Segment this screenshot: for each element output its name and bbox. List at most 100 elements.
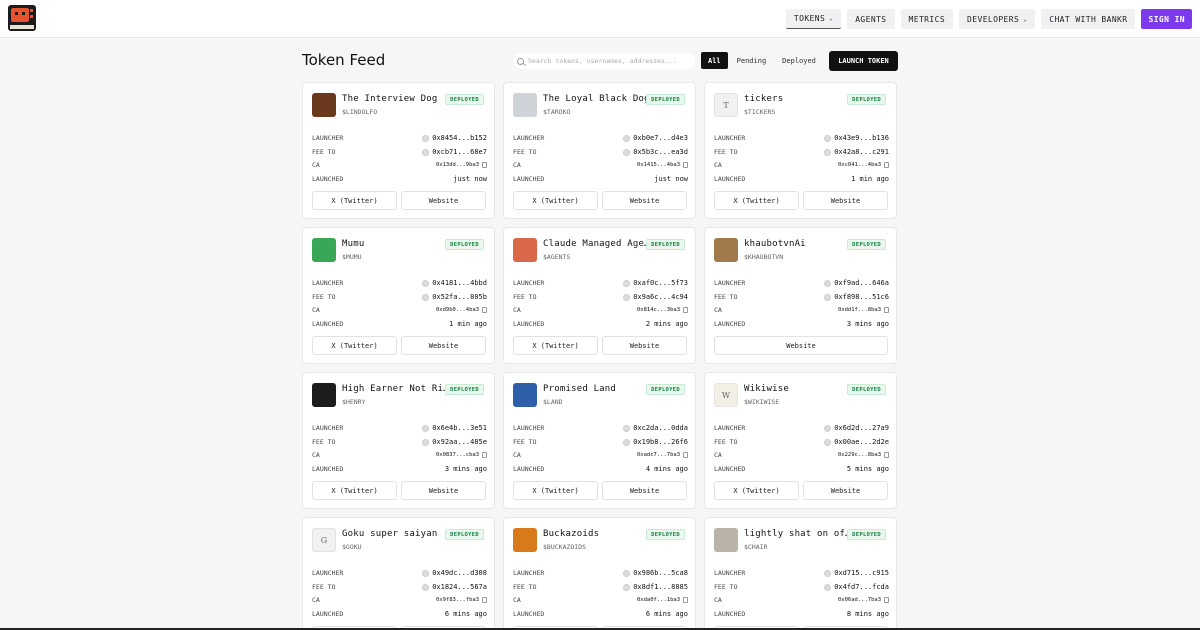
fee-to-address[interactable]: 0x9a6c...4c94 [623, 293, 688, 301]
token-card[interactable]: Claude Managed Agents $AGENTS DEPLOYED LAUN… [503, 227, 696, 364]
fee-to-address[interactable]: 0x52fa...805b [422, 293, 487, 301]
token-name[interactable]: Mumu [342, 239, 450, 249]
twitter-link-button[interactable]: X (Twitter) [714, 191, 799, 210]
website-link-button[interactable]: Website [803, 481, 888, 500]
copy-icon[interactable] [683, 597, 688, 603]
token-name[interactable]: The Interview Dog [342, 94, 450, 104]
copy-icon[interactable] [884, 162, 889, 168]
search-input[interactable] [528, 57, 688, 65]
launcher-address[interactable]: 0x43e9...b136 [824, 134, 889, 142]
launcher-address[interactable]: 0x4181...4bbd [422, 279, 487, 287]
token-name[interactable]: Buckazoids [543, 529, 651, 539]
twitter-link-button[interactable]: X (Twitter) [513, 191, 598, 210]
token-card[interactable]: khaubotvnAi $KHAUBOTVN DEPLOYED LAUNCHER 0xf… [704, 227, 897, 364]
launcher-address[interactable]: 0xb0e7...d4e3 [623, 134, 688, 142]
ca-address[interactable]: 0xd9b0...4ba3 [436, 307, 487, 313]
launcher-address[interactable]: 0xaf0c...5f73 [623, 279, 688, 287]
token-name[interactable]: Goku super saiyan [342, 529, 450, 539]
fee-to-address[interactable]: 0x19b8...26f6 [623, 438, 688, 446]
nav-developers[interactable]: DEVELOPERS ⌄ [959, 9, 1036, 29]
website-link-button[interactable]: Website [602, 191, 687, 210]
ca-address[interactable]: 0x0837...cba3 [436, 452, 487, 458]
launcher-address[interactable]: 0x49dc...d308 [422, 569, 487, 577]
fee-to-address[interactable]: 0x4fd7...fcda [824, 583, 889, 591]
ca-address[interactable]: 0x06ad...7ba3 [838, 597, 889, 603]
copy-icon[interactable] [482, 162, 487, 168]
copy-icon[interactable] [482, 307, 487, 313]
filter-all[interactable]: All [701, 52, 728, 69]
filter-pending[interactable]: Pending [730, 52, 774, 69]
twitter-link-button[interactable]: X (Twitter) [312, 481, 397, 500]
token-card[interactable]: W Wikiwise $WIKIWISE DEPLOYED LAUNCHER 0x6d2d… [704, 372, 897, 509]
search-box[interactable] [513, 53, 695, 69]
token-card[interactable]: lightly shat on office chair $CHAIR DEPLOY… [704, 517, 897, 630]
launcher-address[interactable]: 0xc2da...0dda [623, 424, 688, 432]
ca-address[interactable]: 0xda0f...1ba3 [637, 597, 688, 603]
twitter-link-button[interactable]: X (Twitter) [513, 481, 598, 500]
token-name[interactable]: khaubotvnAi [744, 239, 852, 249]
nav-agents[interactable]: AGENTS [847, 9, 895, 29]
token-card[interactable]: Promised Land $LAND DEPLOYED LAUNCHER 0xc2da… [503, 372, 696, 509]
token-name[interactable]: lightly shat on office chair [744, 529, 852, 539]
launcher-address[interactable]: 0x8454...b152 [422, 134, 487, 142]
copy-icon[interactable] [884, 307, 889, 313]
launcher-address[interactable]: 0x6d2d...27a9 [824, 424, 889, 432]
ca-address[interactable]: 0x1415...4ba3 [637, 162, 688, 168]
website-link-button[interactable]: Website [401, 481, 486, 500]
token-name[interactable]: The Loyal Black Dog [543, 94, 651, 104]
website-link-button[interactable]: Website [602, 336, 687, 355]
token-card[interactable]: G Goku super saiyan $GOKU DEPLOYED LAUNCHER 0… [302, 517, 495, 630]
token-card[interactable]: High Earner Not Rich $HENRY DEPLOYED LAUNCH… [302, 372, 495, 509]
ca-address[interactable]: 0xadc7...7ba3 [637, 452, 688, 458]
ca-address[interactable]: 0x13dd...9ba3 [436, 162, 487, 168]
copy-icon[interactable] [683, 452, 688, 458]
token-name[interactable]: Wikiwise [744, 384, 852, 394]
copy-icon[interactable] [683, 307, 688, 313]
website-link-button[interactable]: Website [401, 336, 486, 355]
token-name[interactable]: tickers [744, 94, 852, 104]
nav-tokens[interactable]: TOKENS ⌄ [785, 9, 842, 29]
copy-icon[interactable] [482, 452, 487, 458]
fee-to-address[interactable]: 0x8df1...8885 [623, 583, 688, 591]
token-card[interactable]: Ttickers $TICKERS DEPLOYED LAUNCHER 0x43e9..… [704, 82, 897, 219]
website-link-button[interactable]: Website [602, 481, 687, 500]
token-name[interactable]: High Earner Not Rich [342, 384, 450, 394]
fee-to-address[interactable]: 0x00ae...2d2e [824, 438, 889, 446]
token-card[interactable]: Mumu $MUMU DEPLOYED LAUNCHER 0x4181...4bbd FE… [302, 227, 495, 364]
launcher-address[interactable]: 0x6e4b...3e51 [422, 424, 487, 432]
token-card[interactable]: Buckazoids $BUCKAZOIDS DEPLOYED LAUNCHER 0x9… [503, 517, 696, 630]
fee-to-address[interactable]: 0x1824...567a [422, 583, 487, 591]
copy-icon[interactable] [884, 452, 889, 458]
fee-to-address[interactable]: 0xcb71...68e7 [422, 148, 487, 156]
fee-to-address[interactable]: 0xf898...51c6 [824, 293, 889, 301]
fee-to-address[interactable]: 0x92aa...485e [422, 438, 487, 446]
ca-address[interactable]: 0xc041...4ba3 [838, 162, 889, 168]
twitter-link-button[interactable]: X (Twitter) [312, 191, 397, 210]
website-link-button[interactable]: Website [714, 336, 888, 355]
token-name[interactable]: Promised Land [543, 384, 651, 394]
ca-address[interactable]: 0x814c...3ba3 [637, 307, 688, 313]
ca-address[interactable]: 0x9f83...fba3 [436, 597, 487, 603]
launcher-address[interactable]: 0xd715...c915 [824, 569, 889, 577]
nav-metrics[interactable]: METRICS [900, 9, 954, 29]
website-link-button[interactable]: Website [803, 191, 888, 210]
website-link-button[interactable]: Website [401, 191, 486, 210]
twitter-link-button[interactable]: X (Twitter) [312, 336, 397, 355]
token-card[interactable]: The Interview Dog $LINDOLFO DEPLOYED LAUNCH… [302, 82, 495, 219]
fee-to-address[interactable]: 0x5b3c...ea3d [623, 148, 688, 156]
token-card[interactable]: The Loyal Black Dog $TAROKO DEPLOYED LAUNCH… [503, 82, 696, 219]
copy-icon[interactable] [683, 162, 688, 168]
copy-icon[interactable] [482, 597, 487, 603]
twitter-link-button[interactable]: X (Twitter) [714, 481, 799, 500]
ca-address[interactable]: 0x229c...8ba3 [838, 452, 889, 458]
filter-deployed[interactable]: Deployed [775, 52, 823, 69]
ca-address[interactable]: 0xdd1f...8ba3 [838, 307, 889, 313]
nav-chat-with-bankr[interactable]: CHAT WITH BANKR [1041, 9, 1136, 29]
copy-icon[interactable] [884, 597, 889, 603]
launcher-address[interactable]: 0xf9ad...646a [824, 279, 889, 287]
bankr-logo-icon[interactable] [8, 5, 36, 31]
sign-in-button[interactable]: SIGN IN [1141, 9, 1192, 29]
fee-to-address[interactable]: 0x42a8...c291 [824, 148, 889, 156]
token-name[interactable]: Claude Managed Agents [543, 239, 651, 249]
twitter-link-button[interactable]: X (Twitter) [513, 336, 598, 355]
